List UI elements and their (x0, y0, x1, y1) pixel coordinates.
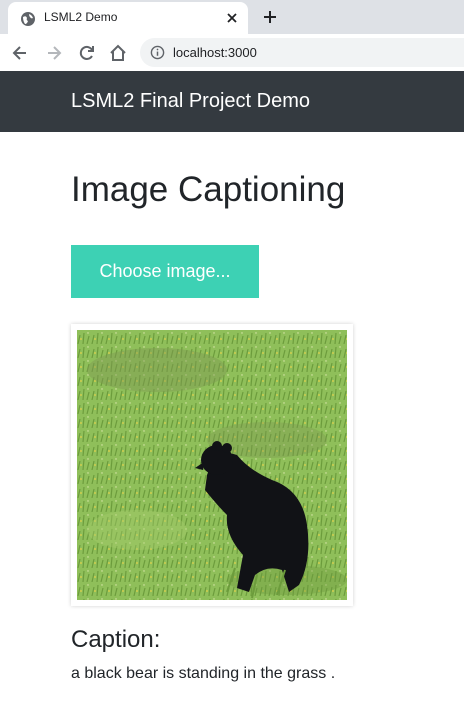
tab-title: LSML2 Demo (44, 10, 118, 24)
reload-icon[interactable] (77, 43, 97, 63)
choose-image-button[interactable]: Choose image... (71, 245, 259, 298)
tab-strip: LSML2 Demo (0, 0, 464, 34)
forward-arrow-icon[interactable] (44, 43, 64, 63)
navbar: LSML2 Final Project Demo (0, 71, 464, 132)
info-icon[interactable] (150, 45, 165, 60)
browser-tab[interactable]: LSML2 Demo (8, 2, 248, 34)
close-icon[interactable] (224, 10, 240, 26)
address-bar[interactable]: localhost:3000 (140, 38, 464, 67)
page-title: Image Captioning (71, 170, 346, 209)
globe-icon (21, 12, 35, 26)
plus-icon[interactable] (260, 7, 280, 27)
back-arrow-icon[interactable] (10, 43, 30, 63)
home-icon[interactable] (108, 43, 128, 63)
caption-heading: Caption: (71, 626, 161, 653)
browser-toolbar: localhost:3000 (0, 34, 464, 72)
navbar-brand[interactable]: LSML2 Final Project Demo (71, 90, 310, 113)
url-text: localhost:3000 (173, 45, 257, 60)
bear-photo (77, 330, 347, 600)
uploaded-image (71, 324, 353, 606)
caption-text: a black bear is standing in the grass . (71, 665, 336, 682)
